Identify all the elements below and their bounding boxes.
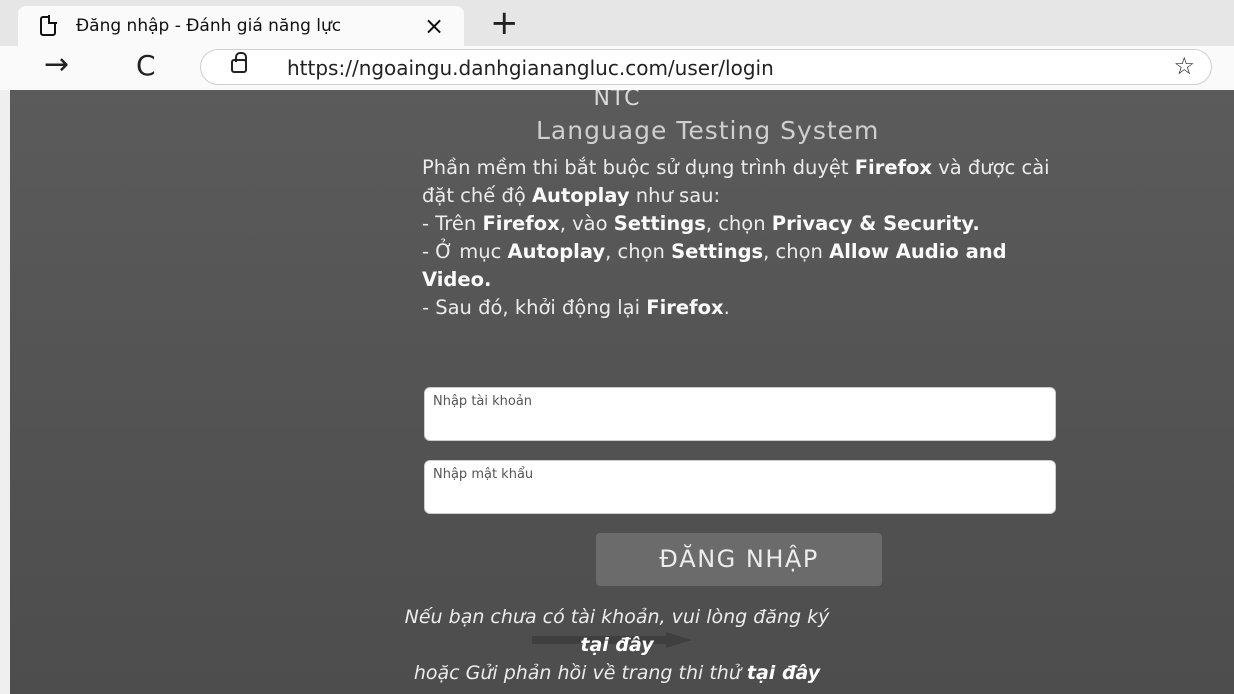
notice-line-1: Phần mềm thi bắt buộc sử dụng trình duyệ… xyxy=(422,156,1050,207)
password-input[interactable]: Nhập mật khẩu xyxy=(424,460,1056,514)
register-text: Nếu bạn chưa có tài khoản, vui lòng đăng… xyxy=(404,606,830,628)
login-page: NTC Language Testing System Phần mềm thi… xyxy=(0,90,1234,694)
notice-line-3: - Ở mục Autoplay, chọn Settings, chọn Al… xyxy=(422,240,1007,291)
brand-name: NTC xyxy=(593,90,641,111)
page-edge xyxy=(0,90,10,694)
feedback-text: hoặc Gửi phản hồi về trang thi thử xyxy=(413,662,747,684)
navigation-bar: → C https://ngoaingu.danhgianangluc.com/… xyxy=(0,46,1234,91)
forward-arrow-icon[interactable]: → xyxy=(44,50,69,80)
page-icon xyxy=(40,15,57,36)
password-placeholder: Nhập mật khẩu xyxy=(433,467,534,482)
reload-icon[interactable]: C xyxy=(136,52,156,80)
feedback-link[interactable]: tại đây xyxy=(747,662,820,684)
firefox-notice: Phần mềm thi bắt buộc sử dụng trình duyệ… xyxy=(422,154,1056,322)
feedback-row: hoặc Gửi phản hồi về trang thi thử tại đ… xyxy=(0,662,1234,684)
url-text[interactable]: https://ngoaingu.danhgianangluc.com/user… xyxy=(287,56,774,80)
favorites-icon[interactable]: ☆ xyxy=(1173,52,1195,80)
lock-icon[interactable] xyxy=(231,52,247,73)
notice-line-4: - Sau đó, khởi động lại Firefox. xyxy=(422,296,730,319)
register-link-row: tại đây xyxy=(0,634,1234,656)
close-tab-icon[interactable]: × xyxy=(424,14,444,38)
login-button[interactable]: ĐĂNG NHẬP xyxy=(596,533,882,586)
username-input[interactable]: Nhập tài khoản xyxy=(424,387,1056,441)
username-placeholder: Nhập tài khoản xyxy=(433,394,533,409)
address-bar[interactable]: https://ngoaingu.danhgianangluc.com/user… xyxy=(200,49,1212,85)
register-link[interactable]: tại đây xyxy=(580,634,653,656)
brand-subtitle: Language Testing System xyxy=(536,116,880,145)
notice-line-2: - Trên Firefox, vào Settings, chọn Priva… xyxy=(422,212,980,235)
tab-title: Đăng nhập - Đánh giá năng lực xyxy=(76,16,342,36)
new-tab-button[interactable]: + xyxy=(490,6,519,40)
browser-tab[interactable]: Đăng nhập - Đánh giá năng lực × xyxy=(18,6,464,46)
tab-bar: Đăng nhập - Đánh giá năng lực × + xyxy=(0,0,1234,46)
